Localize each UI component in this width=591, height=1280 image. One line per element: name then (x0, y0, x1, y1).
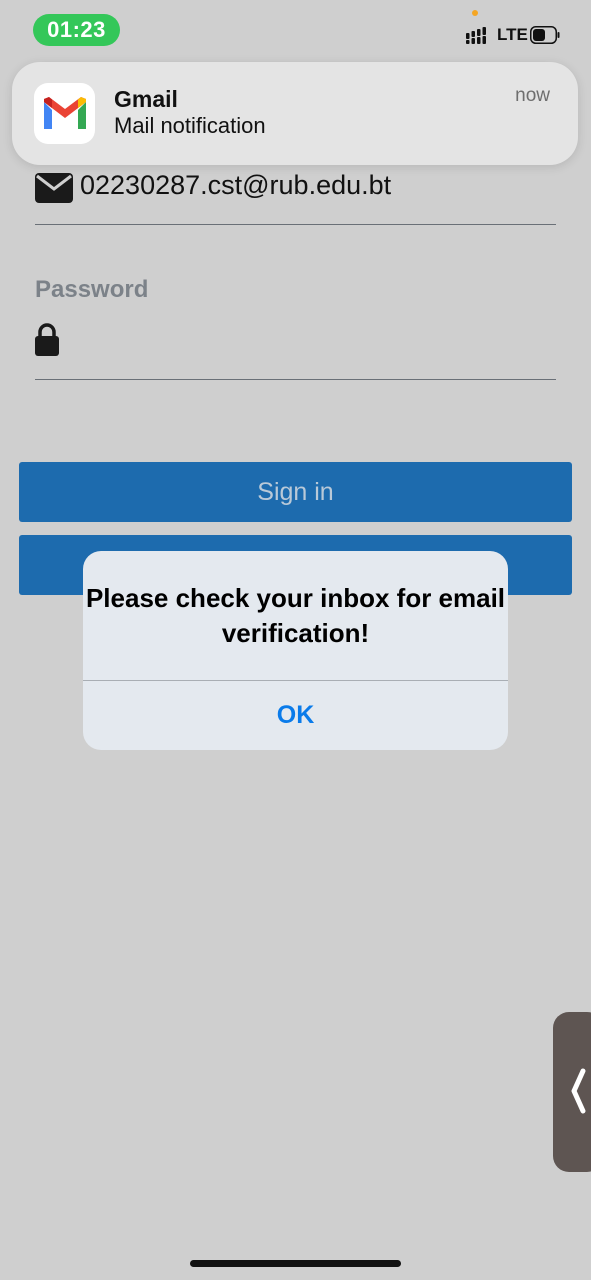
signal-icon (466, 27, 486, 44)
privacy-indicator (472, 10, 478, 16)
notification-app-name: Gmail (114, 86, 178, 112)
password-underline (35, 379, 556, 380)
alert-message: Please check your inbox for email verifi… (85, 583, 506, 648)
email-field[interactable]: 02230287.cst@rub.edu.bt (80, 170, 391, 201)
chevron-left-icon (571, 1068, 586, 1114)
password-field[interactable] (72, 320, 552, 360)
mail-icon (35, 173, 73, 203)
status-time: 01:23 (33, 14, 120, 46)
ok-button[interactable]: OK (83, 681, 508, 750)
battery-icon (530, 26, 560, 44)
password-label: Password (35, 276, 149, 303)
sign-in-button[interactable]: Sign in (19, 462, 572, 522)
notification-banner[interactable]: Gmail Mail notification now (12, 62, 578, 165)
lock-icon (35, 323, 59, 356)
email-underline (35, 224, 556, 225)
gmail-icon (34, 83, 95, 144)
alert-dialog: Please check your inbox for email verifi… (83, 551, 508, 750)
notification-time: now (515, 85, 550, 106)
network-type: LTE (497, 25, 528, 44)
notification-message: Mail notification (114, 113, 266, 138)
side-panel-handle[interactable] (553, 1012, 591, 1172)
home-indicator[interactable] (190, 1260, 401, 1267)
